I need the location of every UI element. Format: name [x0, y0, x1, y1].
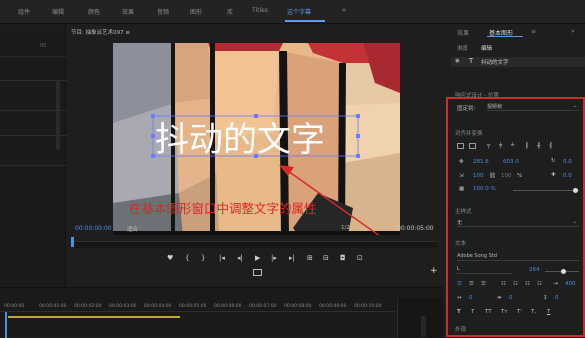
workspace-tab-libraries[interactable]: 库 [227, 7, 233, 16]
timeline-ruler-label: 00:00:04:00 [144, 304, 172, 309]
subtab-browse[interactable]: 浏览 [457, 44, 468, 52]
workspace-tab-effects[interactable]: 效果 [122, 7, 134, 16]
workspace-overflow-button[interactable]: » [342, 6, 346, 14]
timeline-scrollbar[interactable] [421, 316, 426, 337]
playhead-marker[interactable] [71, 237, 74, 247]
panel-overflow-icon[interactable]: » [571, 28, 575, 35]
overwrite-icon[interactable]: ⊟ [323, 254, 329, 262]
step-forward-icon[interactable]: |▸ [271, 254, 277, 262]
scrub-bar[interactable] [71, 241, 437, 248]
go-to-out-icon[interactable]: ▸| [289, 254, 295, 262]
insert-icon[interactable]: ⊞ [307, 254, 313, 262]
timeline-playhead[interactable] [5, 312, 7, 338]
workspace-tab-color[interactable]: 颜色 [88, 7, 100, 16]
panel-menu-icon[interactable]: ≡ [531, 28, 536, 35]
compare-icon[interactable]: ⊡ [357, 254, 363, 262]
divider [0, 165, 66, 166]
annotation-text: 在基本图形窗口中调整文字的属性 [129, 201, 317, 216]
timeline-work-area-bar[interactable] [8, 316, 180, 318]
program-monitor: 节目: 抽象派艺术097 ≡ 抖动的文字 在基本图形窗口中调整文字的属性 00:… [67, 25, 442, 287]
export-frame-icon[interactable]: ◘ [340, 254, 346, 262]
timeline-ruler-label: 00:00:02:00 [74, 304, 102, 309]
safe-margins-icon[interactable] [253, 269, 262, 276]
duration-timecode: 00:00:05:00 [397, 225, 434, 232]
go-to-in-icon[interactable]: |◂ [219, 254, 225, 262]
active-panel-underline [487, 36, 523, 37]
eye-icon[interactable]: ◉ [455, 58, 460, 64]
workspace-tab-assembly[interactable]: 组件 [18, 7, 30, 16]
in-point-icon[interactable]: { [185, 254, 189, 262]
timeline-ruler-label: 00:00:00 [4, 304, 25, 309]
layer-item[interactable]: ◉ T 抖动的文字 [451, 57, 585, 67]
audio-meter-panel [397, 298, 443, 338]
workspace-bar: 组件 编辑 颜色 效果 音频 图形 库 Titles 这个字幕 » [0, 0, 585, 24]
timeline-ruler-label: 00:00:09:00 [319, 304, 347, 309]
play-icon[interactable]: ▶ [255, 254, 260, 262]
timeline-ruler-label: 00:00:07:00 [249, 304, 277, 309]
wrench-icon[interactable]: ✎ [383, 224, 389, 232]
tab-effects[interactable]: 效果 [457, 28, 469, 37]
timeline-ruler-label: 00:00:03:00 [109, 304, 137, 309]
timeline-ruler-label: 00:00:05:00 [179, 304, 207, 309]
source-scrollbar[interactable] [56, 80, 60, 150]
monitor-timebar: 00:00:00:00 适合 1/2 ✎ 00:00:05:00 [67, 223, 442, 237]
source-ruler [0, 47, 66, 57]
timeline-ruler-label: 00:00:10:00 [354, 304, 382, 309]
step-back-icon[interactable]: ◂| [237, 254, 243, 262]
video-frame[interactable]: 抖动的文字 在基本图形窗口中调整文字的属性 [113, 43, 400, 235]
resolution-dropdown[interactable]: 1/2 [341, 225, 350, 231]
source-panel: 00 [0, 25, 66, 287]
fit-dropdown[interactable]: 适合 [127, 225, 138, 233]
timeline-ruler-label: 00:00:01:00 [39, 304, 67, 309]
timeline-ruler[interactable]: 00:00:00 00:00:01:00 00:00:02:00 00:00:03:0… [0, 302, 395, 312]
timeline-panel: 00:00:00 00:00:01:00 00:00:02:00 00:00:03:0… [0, 287, 443, 338]
timeline-ruler-label: 00:00:08:00 [284, 304, 312, 309]
workspace-tab-titles[interactable]: Titles [252, 7, 268, 14]
layer-name: 抖动的文字 [481, 60, 509, 66]
active-tab-underline [285, 20, 325, 22]
source-ruler-label: 00 [40, 43, 47, 49]
workspace-tab-audio[interactable]: 音频 [157, 7, 169, 16]
workspace-tab-editing[interactable]: 编辑 [52, 7, 64, 16]
out-point-icon[interactable]: } [201, 254, 205, 262]
subtab-edit[interactable]: 编辑 [481, 44, 492, 52]
playhead-timecode[interactable]: 00:00:00:00 [75, 225, 112, 232]
program-monitor-title[interactable]: 节目: 抽象派艺术097 ≡ [71, 28, 130, 36]
abstract-art-image: 抖动的文字 在基本图形窗口中调整文字的属性 [113, 43, 400, 235]
workspace-tab-graphics[interactable]: 图形 [190, 7, 202, 16]
highlight-box [446, 97, 585, 337]
transport-controls: ♥ { } |◂ ◂| ▶ |▸ ▸| ⊞ ⊟ ◘ ⊡ [67, 253, 442, 267]
timeline-ruler-label: 00:00:06:00 [214, 304, 242, 309]
marker-icon[interactable]: ♥ [167, 254, 173, 262]
workspace-tab-custom[interactable]: 这个字幕 [287, 7, 311, 16]
animated-title-text[interactable]: 抖动的文字 [155, 120, 325, 160]
text-layer-icon: T [469, 57, 474, 65]
add-button[interactable]: + [430, 266, 438, 276]
